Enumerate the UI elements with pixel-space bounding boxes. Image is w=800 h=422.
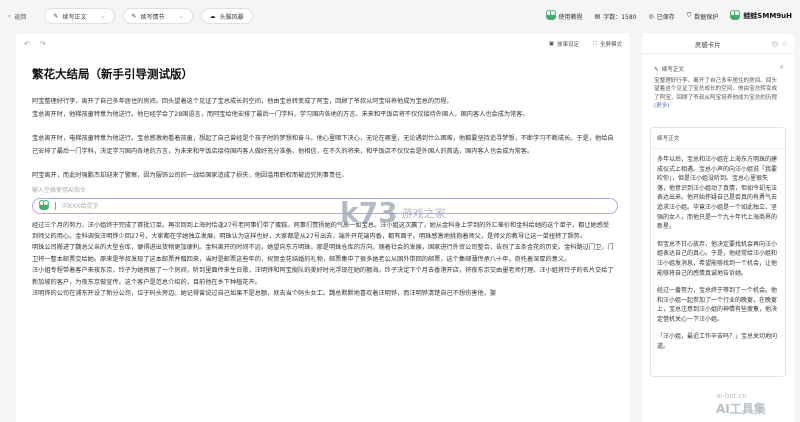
- cloud-icon: ☁: [209, 12, 216, 20]
- chevron-down-icon: ⌄: [178, 12, 184, 20]
- paragraph[interactable]: 宝总离开时，电梯孩童特意为他送行。宝总感激地看着孩童，想起了自己曾经是个孩子时的…: [32, 133, 614, 158]
- inspiration-card[interactable]: ✕ ✎ 续写正文 宝整理好行李，离开了自己多年居住的房间。回头望着这个见证了宝总成…: [650, 62, 786, 115]
- back-label: 返回: [14, 13, 27, 21]
- ai-prompt-input[interactable]: 问XXX给灵字: [32, 197, 618, 214]
- brainstorm-pill[interactable]: ☁ 头脑风暴: [200, 8, 253, 24]
- frog-icon: [39, 199, 49, 210]
- saved-label: 已保存: [656, 13, 675, 21]
- card-body: 多年以后，宝总和汪小姐在上海东方明珠的建成仪式上相遇。宝总小声的向汪小姐说「我要…: [651, 149, 785, 366]
- page-title[interactable]: 繁花大结局（新手引导测试版）: [32, 66, 614, 82]
- pill-label: 续写正文: [62, 13, 87, 21]
- panel-title: 灵感卡片: [694, 40, 721, 49]
- document-icon: ▤: [594, 12, 601, 20]
- word-count-label: 字数：1580: [603, 13, 637, 21]
- settings-icon: ▣: [548, 41, 555, 47]
- paragraph[interactable]: 阿宝离开，而此时强鹏杰却迎来了警察，因为服饰公司的一战给国家造成了损失，他因滥用…: [32, 170, 614, 183]
- chevron-left-icon: ‹: [8, 12, 11, 20]
- card-paragraph: 「汪小姐，最近工作辛苦吗？」宝总关切地问道。: [657, 333, 778, 351]
- inspiration-panel: 灵感卡片 ◷ ☆ ✕ ✎ 续写正文 宝整理好行李，离开了自己多年居住的房间。回头望…: [642, 34, 794, 422]
- undo-icon[interactable]: ↶: [24, 40, 30, 48]
- chevron-down-icon: ⌄: [100, 12, 106, 20]
- ai-hint: 输入空格使用AI指令: [32, 186, 86, 194]
- user-menu[interactable]: 蛙蛙SMM9uH: [730, 10, 792, 21]
- close-icon[interactable]: ✕: [779, 64, 784, 73]
- tutorial-link[interactable]: 使用教程: [545, 10, 583, 21]
- continue-plot-pill[interactable]: ✎ 续写情节 ⌄: [122, 8, 193, 24]
- card-text-body: 宝整理好行李，离开了自己多年居住的房间。回头望着这个见证了宝总成长的空间，他由宝…: [654, 77, 778, 101]
- watermark-brand: AI工具集: [716, 402, 766, 416]
- more-link[interactable]: (更多): [654, 103, 670, 109]
- caret: [55, 201, 56, 210]
- history-icon[interactable]: ◷: [772, 40, 778, 48]
- panel-header: 灵感卡片 ◷ ☆: [642, 34, 794, 54]
- privacy-label: 数据保护: [694, 13, 719, 21]
- editor-toolbar: ↶ ↷ ▣ 故事设定 ⛶ 全屏模式: [16, 34, 630, 54]
- paragraph[interactable]: 经过三个月的努力，汪小姐终于完成了首批订单。再次回到上海时恰逢27号老同事们带了…: [32, 220, 614, 300]
- saved-status: ◎ 已保存: [649, 12, 675, 21]
- card-text: 宝整理好行李，离开了自己多年居住的房间。回头望着这个见证了宝总成长的空间，他由宝…: [654, 77, 782, 111]
- pill-label: 头脑风暴: [219, 13, 244, 21]
- redo-icon[interactable]: ↷: [40, 40, 46, 48]
- card-label: 续写正文: [651, 128, 785, 149]
- word-count: ▤ 字数：1580: [595, 12, 637, 21]
- watermark-sub: 游戏之家: [401, 206, 446, 220]
- frog-icon: [545, 10, 556, 20]
- pen-icon: ✎: [131, 12, 137, 20]
- watermark-logo: k73: [340, 196, 398, 229]
- pill-label: 续写情节: [140, 13, 165, 21]
- top-bar: ‹ 返回 ✎ 续写正文 ⌄ ✎ 续写情节 ⌄ ☁ 头脑风暴 使用教程 ▤ 字数：1…: [0, 0, 800, 32]
- prompt-placeholder: 问XXX给灵字: [62, 203, 99, 210]
- watermark-k73: k73 游戏之家: [340, 196, 446, 229]
- card-paragraph: 多年以后，宝总和汪小姐在上海东方明珠的建成仪式上相遇。宝总小声的向汪小姐说「我要…: [657, 155, 778, 231]
- privacy-button[interactable]: ⛉ 数据保护: [687, 12, 719, 21]
- pen-icon: ✎: [53, 12, 59, 20]
- fullscreen-icon: ⛶: [593, 40, 597, 47]
- card-paragraph: 但宝总不甘心放弃，他决定要找机会再向汪小姐表达自己的真心。于是，他经常给汪小姐和…: [657, 240, 778, 277]
- pen-icon: ✎: [654, 67, 659, 73]
- story-settings-label: 故事设定: [557, 42, 580, 48]
- inspiration-card[interactable]: 续写正文 多年以后，宝总和汪小姐在上海东方明珠的建成仪式上相遇。宝总小声的向汪小…: [650, 126, 786, 377]
- fullscreen-button[interactable]: ⛶ 全屏模式: [593, 40, 622, 49]
- card-label: ✎ 续写正文: [654, 66, 782, 75]
- tutorial-label: 使用教程: [558, 13, 583, 21]
- star-icon[interactable]: ☆: [782, 40, 788, 48]
- watermark-aibot: ai-bot.cn AI工具集: [716, 392, 766, 417]
- back-button[interactable]: ‹ 返回: [8, 12, 26, 21]
- story-settings-button[interactable]: ▣ 故事设定: [549, 40, 579, 48]
- username: 蛙蛙SMM9uH: [743, 12, 792, 20]
- continue-text-pill[interactable]: ✎ 续写正文 ⌄: [44, 8, 115, 24]
- document[interactable]: 繁花大结局（新手引导测试版） 阿宝整理好行李，离开了自己多年居住的房间。回头望着…: [16, 54, 630, 299]
- shield-icon: ⛉: [686, 12, 692, 19]
- avatar: [730, 10, 741, 20]
- editor-panel: ↶ ↷ ▣ 故事设定 ⛶ 全屏模式 繁花大结局（新手引导测试版） 阿宝整理好行李，离…: [16, 34, 630, 422]
- watermark-site: ai-bot.cn: [716, 392, 747, 400]
- card-paragraph: 经过一番努力，宝总终于等到了一个机会。他和汪小姐一起参加了一个行业的晚宴，在晚宴…: [657, 287, 778, 323]
- fullscreen-label: 全屏模式: [599, 42, 622, 48]
- paragraph[interactable]: 阿宝整理好行李，离开了自己多年居住的房间。回头望着这个见证了宝总成长的空间，他由…: [32, 96, 614, 121]
- check-circle-icon: ◎: [648, 12, 654, 20]
- card-label-text: 续写正文: [661, 67, 685, 73]
